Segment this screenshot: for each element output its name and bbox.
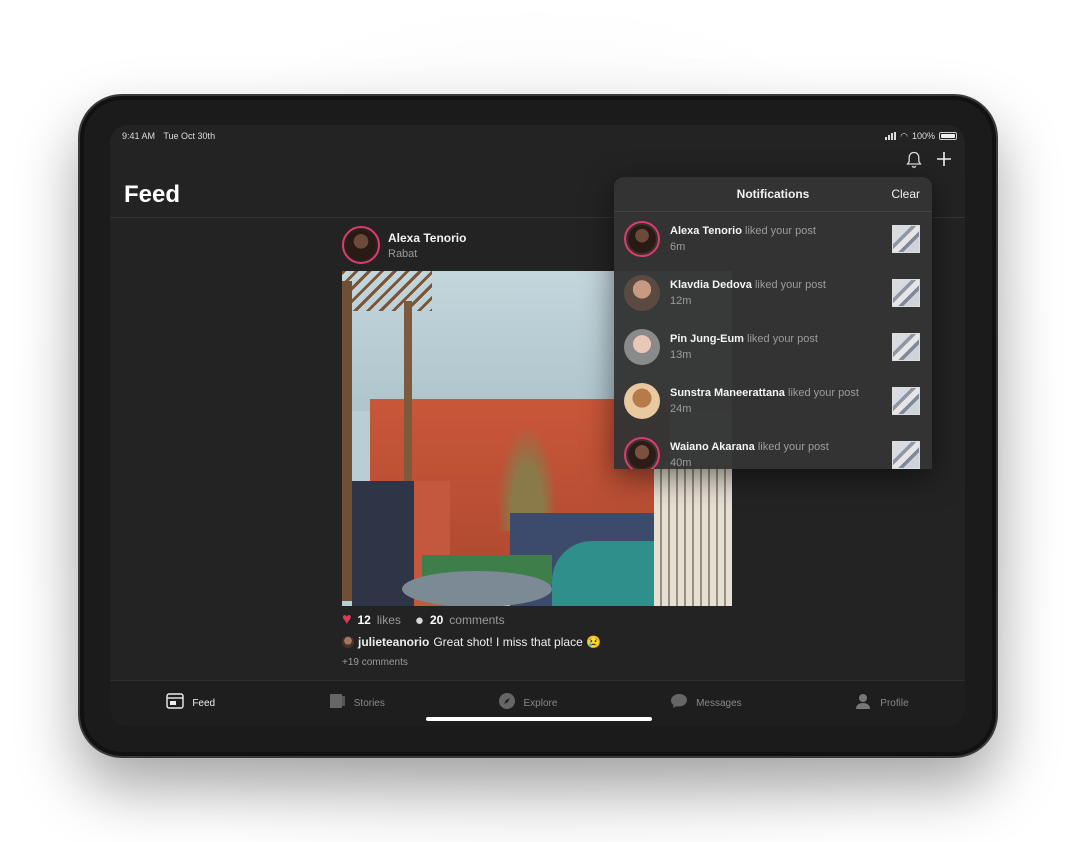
battery-icon [939, 132, 957, 140]
tab-explore[interactable]: Explore [498, 692, 558, 715]
tab-label: Feed [192, 698, 216, 709]
notification-action: liked your post [745, 225, 816, 237]
post-thumbnail[interactable] [892, 333, 920, 361]
person-icon [854, 693, 872, 714]
post-thumbnail[interactable] [892, 387, 920, 415]
signal-icon [885, 132, 897, 140]
stories-icon [328, 693, 346, 714]
post-actions: ♥ 12 likes ● 20 comments [342, 611, 505, 629]
bell-icon[interactable] [905, 151, 923, 169]
compass-icon [498, 692, 516, 715]
likes-label: likes [376, 613, 401, 627]
status-date: Tue Oct 30th [163, 131, 216, 141]
avatar[interactable] [624, 221, 660, 257]
notifications-header: Notifications Clear [614, 177, 932, 212]
add-icon[interactable] [935, 151, 953, 169]
comment-user[interactable]: julieteanorio [358, 635, 429, 649]
wifi-icon: ◠ [900, 130, 908, 141]
tab-label: Explore [523, 698, 558, 709]
tab-label: Stories [353, 698, 385, 709]
avatar[interactable] [624, 383, 660, 419]
status-bar: 9:41 AM Tue Oct 30th ◠ 100% [122, 129, 957, 143]
notifications-popover: Notifications Clear Alexa Tenorio liked … [614, 177, 932, 469]
tab-label: Profile [880, 698, 909, 709]
likes-count: 12 [357, 613, 371, 627]
tab-label: Messages [696, 698, 742, 709]
tab-profile[interactable]: Profile [854, 693, 909, 714]
notification-time: 6m [670, 241, 686, 253]
notification-item[interactable]: Pin Jung-Eum liked your post 13m [614, 320, 932, 374]
notification-time: 13m [670, 349, 692, 361]
post-thumbnail[interactable] [892, 279, 920, 307]
notification-action: liked your post [754, 279, 826, 291]
home-indicator[interactable] [426, 717, 652, 721]
notification-item[interactable]: Waiano Akarana liked your post 40m [614, 428, 932, 469]
notification-action: liked your post [757, 441, 829, 453]
screen: 9:41 AM Tue Oct 30th ◠ 100% Feed Alexa T… [110, 125, 965, 726]
comments-label: comments [449, 613, 505, 627]
notification-time: 12m [670, 295, 692, 307]
top-comment: julieteanorio Great shot! I miss that pl… [342, 635, 601, 649]
notification-user: Sunstra Maneerattana [670, 387, 785, 399]
page-title: Feed [124, 181, 181, 208]
notification-item[interactable]: Alexa Tenorio liked your post 6m [614, 212, 932, 266]
avatar[interactable] [624, 275, 660, 311]
notification-item[interactable]: Klavdia Dedova liked your post 12m [614, 266, 932, 320]
comment-text: Great shot! I miss that place 😢 [433, 635, 602, 649]
comments-count: 20 [429, 613, 444, 627]
tab-messages[interactable]: Messages [670, 693, 742, 714]
notification-time: 24m [670, 403, 692, 415]
avatar[interactable] [624, 329, 660, 365]
notification-action: liked your post [747, 333, 818, 345]
tab-feed[interactable]: Feed [166, 693, 215, 714]
avatar[interactable] [624, 437, 660, 469]
post-location[interactable]: Rabat [388, 248, 466, 260]
commenter-avatar[interactable] [342, 636, 354, 648]
post-author[interactable]: Alexa Tenorio [388, 231, 466, 245]
heart-icon[interactable]: ♥ [342, 611, 352, 629]
notification-item[interactable]: Sunstra Maneerattana liked your post 24m [614, 374, 932, 428]
status-time: 9:41 AM [122, 131, 156, 141]
tab-stories[interactable]: Stories [328, 693, 385, 714]
feed-icon [166, 693, 185, 714]
notifications-title: Notifications [736, 187, 810, 201]
notification-action: liked your post [788, 387, 859, 399]
post-thumbnail[interactable] [892, 225, 920, 253]
notification-user: Pin Jung-Eum [670, 333, 744, 345]
battery-percent: 100% [911, 131, 935, 141]
notification-user: Waiano Akarana [670, 441, 755, 453]
post-thumbnail[interactable] [892, 441, 920, 469]
notification-user: Alexa Tenorio [670, 225, 742, 237]
more-comments-link[interactable]: +19 comments [342, 657, 408, 668]
comment-icon[interactable]: ● [415, 612, 424, 629]
avatar[interactable] [342, 226, 380, 264]
notification-time: 40m [670, 457, 692, 469]
chat-bubble-icon [670, 693, 688, 714]
clear-button[interactable]: Clear [891, 187, 920, 201]
notification-user: Klavdia Dedova [670, 279, 752, 291]
